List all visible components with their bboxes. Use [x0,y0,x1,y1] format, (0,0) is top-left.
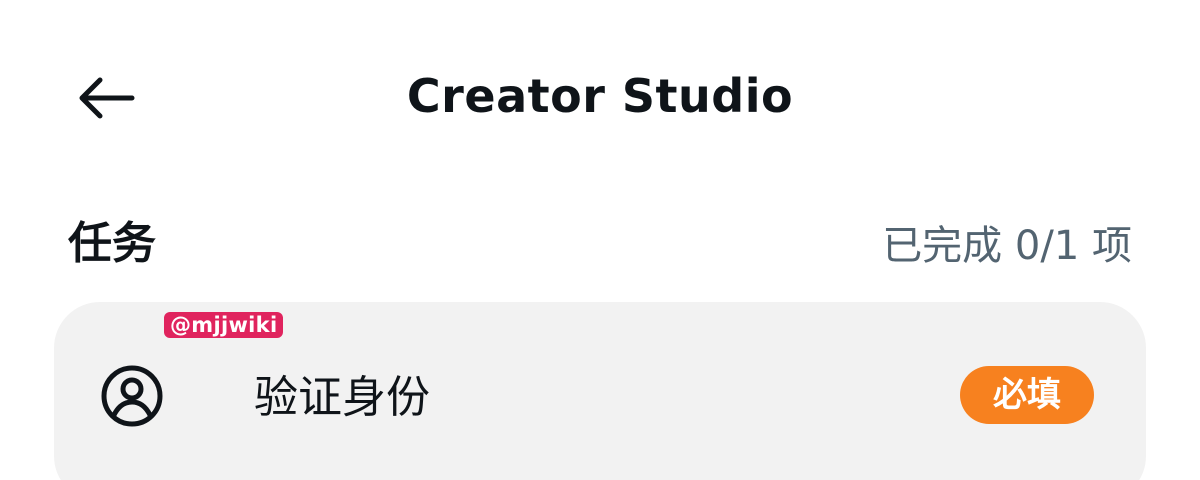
required-badge: 必填 [960,366,1094,424]
top-bar: Creator Studio [0,48,1200,144]
page-title: Creator Studio [406,69,794,123]
task-item-verify-identity[interactable]: @mjjwiki 验证身份 必填 [54,302,1146,480]
creator-studio-page: Creator Studio 任务 已完成 0/1 项 @mjjwiki 验证身… [0,0,1200,480]
task-label: 验证身份 [254,372,430,423]
watermark: @mjjwiki [164,312,284,338]
task-progress-text: 已完成 0/1 项 [882,223,1132,269]
user-circle-icon [101,365,163,427]
section-title: 任务 [68,218,156,269]
